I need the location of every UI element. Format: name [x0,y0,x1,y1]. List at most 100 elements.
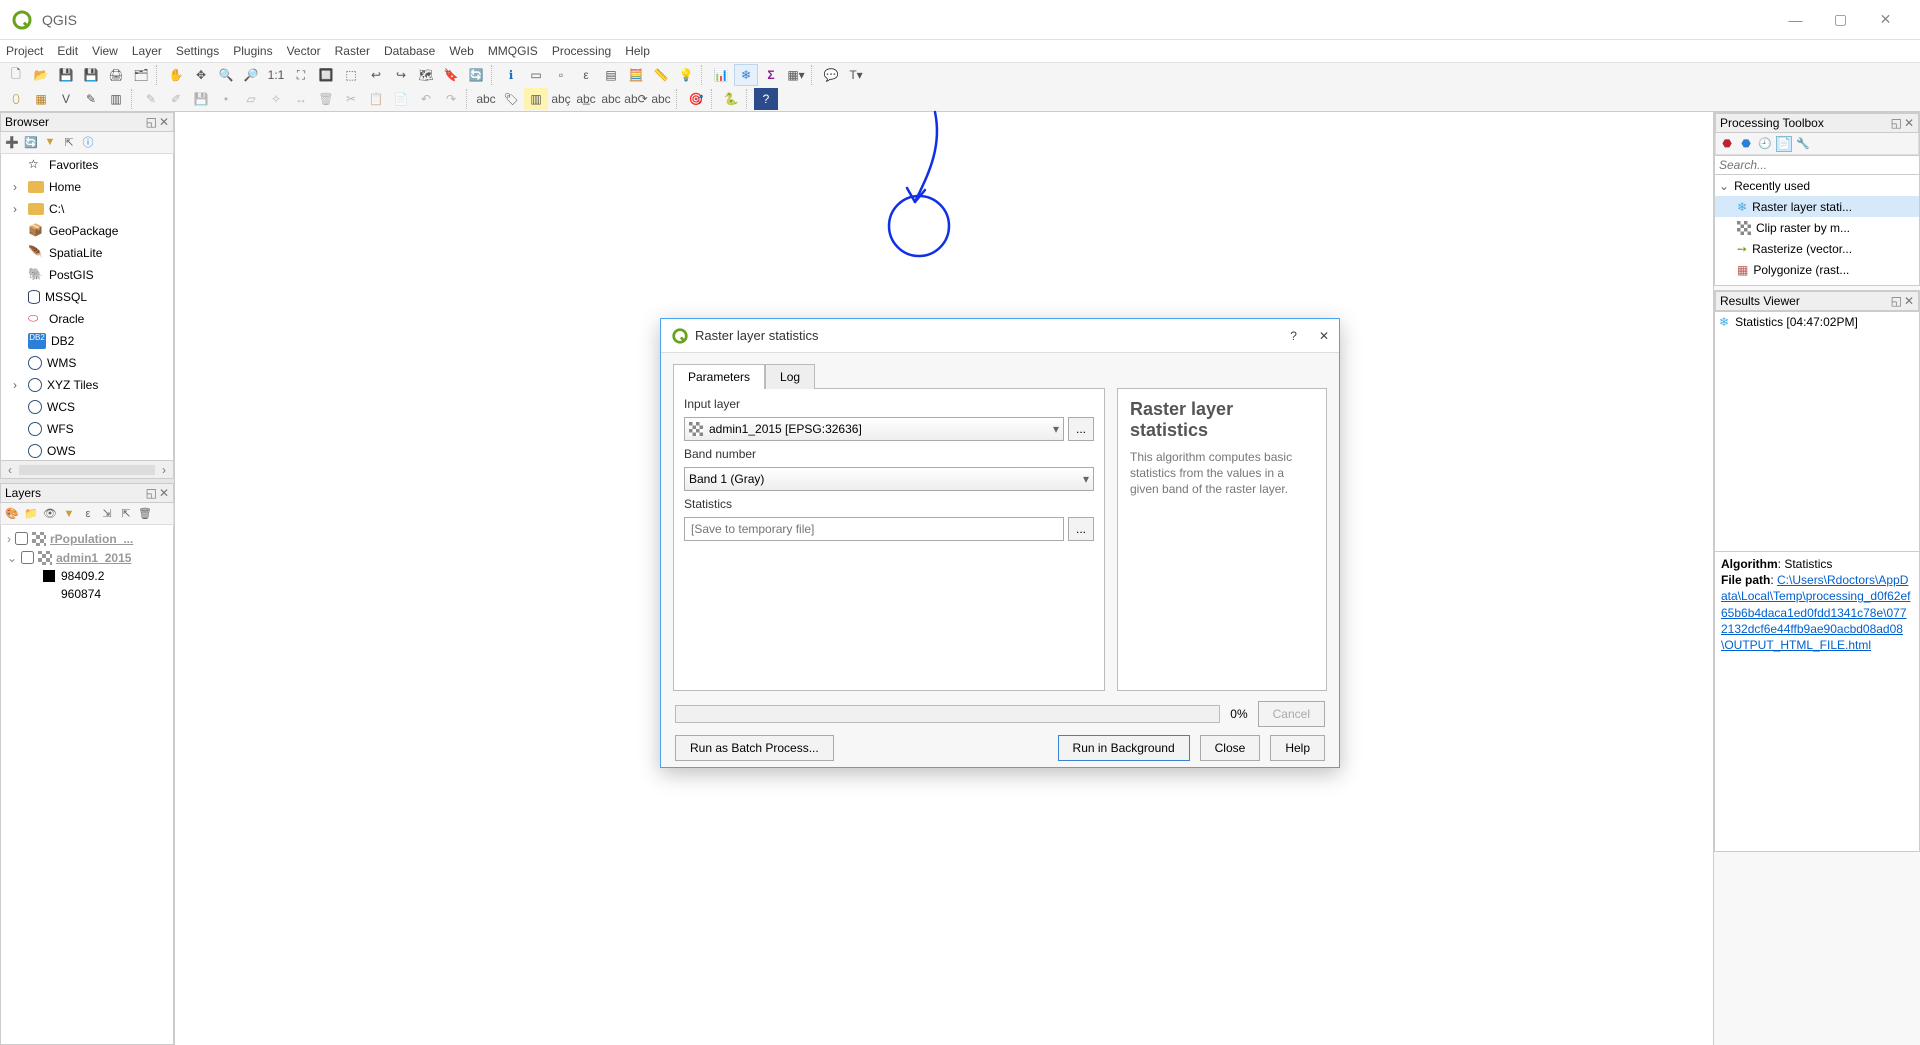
results-item[interactable]: ❄ Statistics [04:47:02PM] [1715,312,1919,332]
select-expr-icon[interactable]: ε [574,64,598,86]
paste-feature-icon[interactable]: 📄 [389,88,413,110]
layer-row[interactable]: ⌄ admin1_2015 [3,548,171,567]
menu-database[interactable]: Database [384,44,435,58]
results-icon[interactable]: 📄 [1776,136,1792,152]
text-annotation-icon[interactable]: T▾ [844,64,868,86]
add-feature-icon[interactable]: • [214,88,238,110]
menu-mmqgis[interactable]: MMQGIS [488,44,538,58]
browser-item-oracle[interactable]: ⬭Oracle [1,308,173,330]
panel-close-icon[interactable]: ✕ [159,486,169,500]
collapse-all-icon[interactable]: ⇱ [61,134,77,150]
browser-item-favorites[interactable]: ☆Favorites [1,154,173,176]
save-as-icon[interactable]: 💾 [79,64,103,86]
toolbox-item[interactable]: ➙Rasterize (vector... [1715,238,1919,259]
browser-item-xyz[interactable]: XYZ Tiles [1,374,173,396]
label-pin-icon[interactable]: abç [549,88,573,110]
layer-collapse-icon[interactable]: ⇱ [118,506,134,522]
dialog-close-icon[interactable]: ✕ [1319,329,1329,343]
toolbox-item[interactable]: ▦Polygonize (rast... [1715,259,1919,280]
menu-view[interactable]: View [92,44,118,58]
add-delimited-icon[interactable]: V [54,88,78,110]
menu-project[interactable]: Project [6,44,43,58]
digitize-save-icon[interactable]: 💾 [189,88,213,110]
close-button[interactable]: Close [1200,735,1261,761]
coordinate-capture-icon[interactable]: 🎯 [684,88,708,110]
new-project-icon[interactable]: 🗋 [4,64,28,86]
toolbox-group-recent[interactable]: ⌄Recently used [1715,175,1919,196]
layers-tree[interactable]: › rPopulation_... ⌄ admin1_2015 98409.2 [0,525,174,1045]
layer-visibility-icon[interactable]: 👁 [42,506,58,522]
redo-icon[interactable]: ↷ [439,88,463,110]
panel-close-icon[interactable]: ✕ [1904,294,1914,308]
digitize-pencil-icon[interactable]: ✎ [139,88,163,110]
history-icon[interactable]: 🕘 [1757,136,1773,152]
band-number-select[interactable]: Band 1 (Gray) ▾ [684,467,1094,491]
identify-icon[interactable]: ℹ [499,64,523,86]
run-background-button[interactable]: Run in Background [1058,735,1190,761]
delete-feature-icon[interactable]: 🗑 [314,88,338,110]
refresh-browser-icon[interactable]: 🔄 [23,134,39,150]
attributes-toolbar-icon[interactable]: ▦▾ [784,64,808,86]
help-viewer-icon[interactable]: ? [754,88,778,110]
zoom-native-icon[interactable]: 1:1 [264,64,288,86]
layer-expand-icon[interactable]: ⇲ [99,506,115,522]
virtual-layer-icon[interactable]: ▥ [104,88,128,110]
window-close-button[interactable]: ✕ [1863,5,1908,35]
move-feature-icon[interactable]: ↔ [289,88,313,110]
label-move-icon[interactable]: abc [599,88,623,110]
window-minimize-button[interactable]: — [1773,5,1818,35]
panel-undock-icon[interactable]: ◱ [1891,116,1902,130]
menu-layer[interactable]: Layer [132,44,162,58]
label-hide-icon[interactable]: ab̲c [574,88,598,110]
deselect-icon[interactable]: ▫ [549,64,573,86]
options-icon[interactable]: 🔧 [1795,136,1811,152]
panel-undock-icon[interactable]: ◱ [146,486,157,500]
add-polygon-icon[interactable]: ▱ [239,88,263,110]
measure-icon[interactable]: 📏 [649,64,673,86]
browser-hscrollbar[interactable]: ‹› [0,461,174,479]
pan-icon[interactable]: ✋ [164,64,188,86]
zoom-in-icon[interactable]: 🔍 [214,64,238,86]
refresh-icon[interactable]: 🔄 [464,64,488,86]
add-vector-icon[interactable]: ⬯ [4,88,28,110]
cut-feature-icon[interactable]: ✂ [339,88,363,110]
select-icon[interactable]: ▭ [524,64,548,86]
annotation-icon[interactable]: 💬 [819,64,843,86]
raster-histogram-icon[interactable]: 📊 [709,64,733,86]
run-batch-button[interactable]: Run as Batch Process... [675,735,834,761]
zoom-layer-icon[interactable]: ⬚ [339,64,363,86]
browser-item-wms[interactable]: WMS [1,352,173,374]
processing-toolbox-icon[interactable]: ❄ [734,64,758,86]
label-change-icon[interactable]: abc [649,88,673,110]
zoom-next-icon[interactable]: ↪ [389,64,413,86]
layer-visibility-checkbox[interactable] [21,551,34,564]
field-calc-icon[interactable]: 🧮 [624,64,648,86]
browser-item-wcs[interactable]: WCS [1,396,173,418]
toolbox-search-input[interactable] [1715,155,1919,175]
dialog-titlebar[interactable]: Raster layer statistics ? ✕ [661,319,1339,353]
filter-browser-icon[interactable]: ▼ [42,134,58,150]
zoom-last-icon[interactable]: ↩ [364,64,388,86]
statistics-output-browse-button[interactable]: ... [1068,517,1094,541]
panel-close-icon[interactable]: ✕ [159,115,169,129]
open-project-icon[interactable]: 📂 [29,64,53,86]
menu-processing[interactable]: Processing [552,44,611,58]
window-maximize-button[interactable]: ▢ [1818,5,1863,35]
toolbox-item[interactable]: Clip raster by m... [1715,217,1919,238]
tips-icon[interactable]: 💡 [674,64,698,86]
help-button[interactable]: Help [1270,735,1325,761]
menu-plugins[interactable]: Plugins [233,44,272,58]
panel-undock-icon[interactable]: ◱ [1891,294,1902,308]
label-rotate-icon[interactable]: ab⟳ [624,88,648,110]
browser-item-cdrive[interactable]: C:\ [1,198,173,220]
layer-style-icon[interactable]: 🎨 [4,506,20,522]
map-canvas[interactable]: Raster layer statistics ? ✕ Parameters L… [175,112,1714,1045]
layer-row[interactable]: › rPopulation_... [3,529,171,548]
cancel-button[interactable]: Cancel [1258,701,1325,727]
model-icon[interactable]: ⬣ [1719,136,1735,152]
browser-item-mssql[interactable]: MSSQL [1,286,173,308]
layout-icon[interactable]: 🖨 [104,64,128,86]
label-tool-icon[interactable]: 🏷 [499,88,523,110]
browser-item-db2[interactable]: DB2DB2 [1,330,173,352]
layer-remove-icon[interactable]: 🗑 [137,506,153,522]
